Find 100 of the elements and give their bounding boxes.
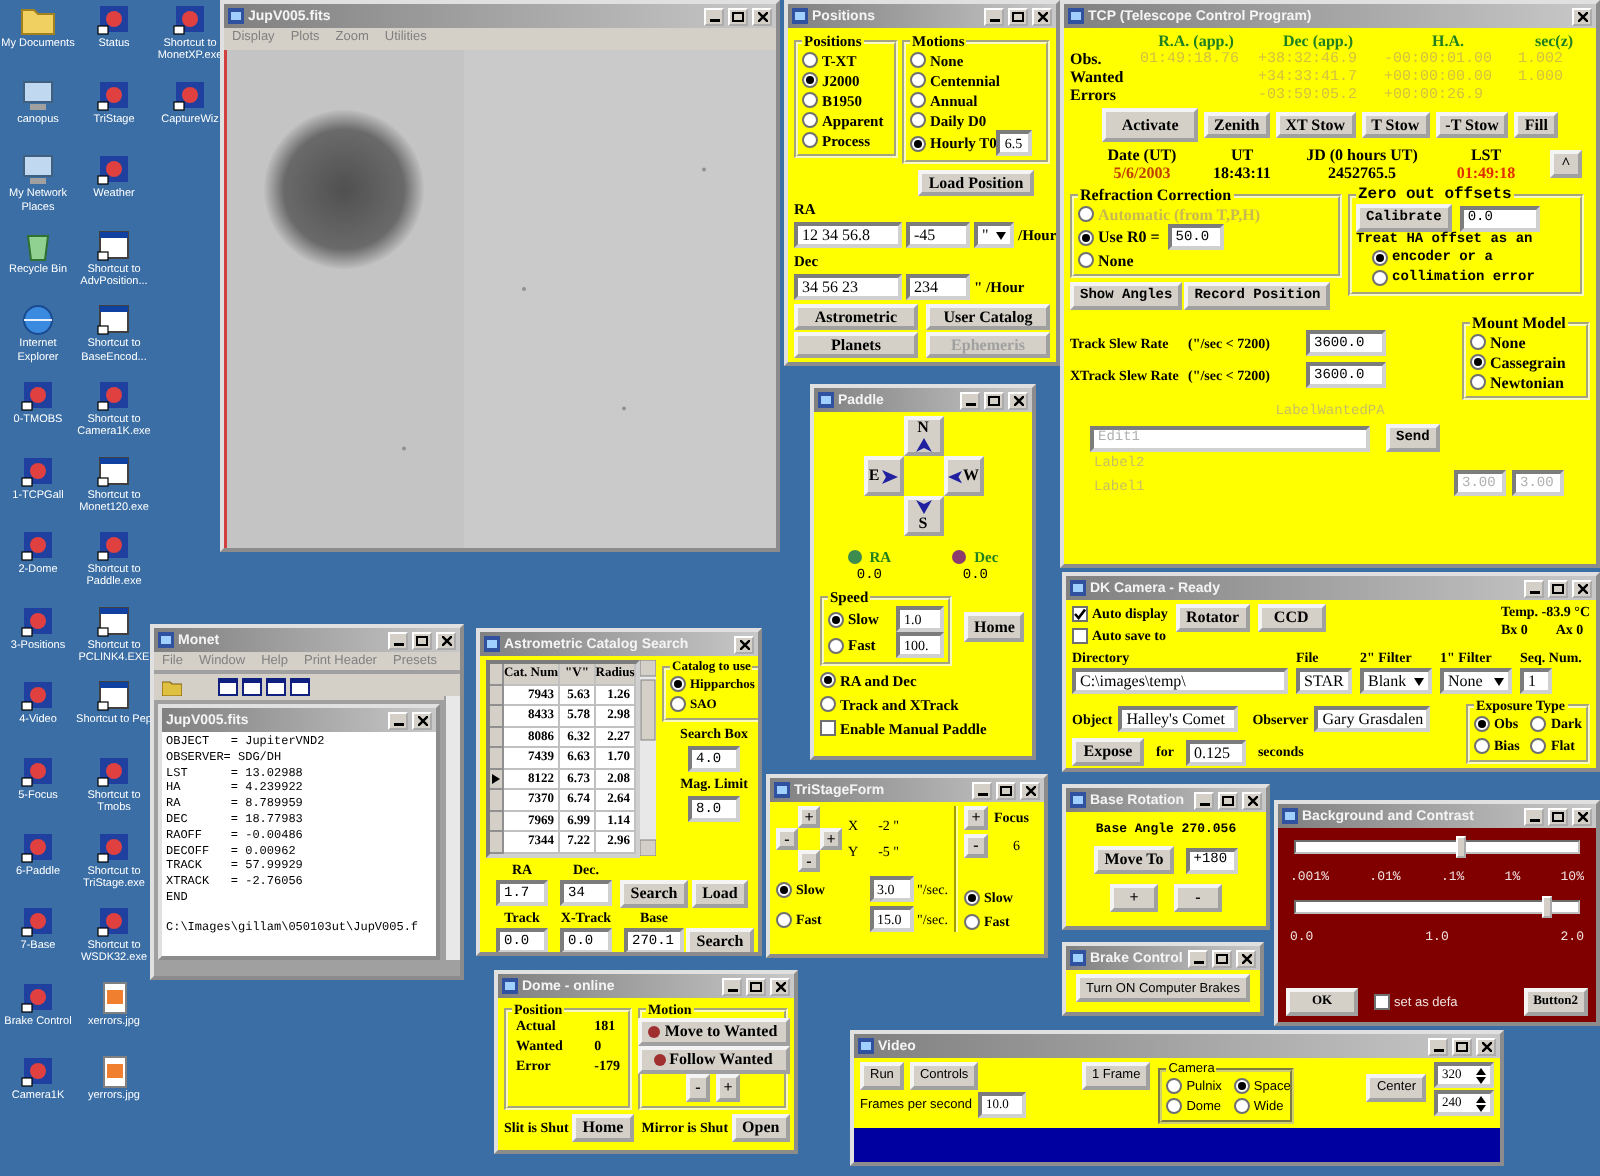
expand-button[interactable]: ^ <box>1550 150 1582 178</box>
open-button[interactable]: Open <box>732 1114 790 1142</box>
filter-dropdown[interactable]: None <box>1440 668 1512 694</box>
maximize-button[interactable] <box>996 781 1016 799</box>
minimize-button[interactable] <box>972 781 992 799</box>
direction-button[interactable]: S <box>903 496 943 536</box>
ra-rate-field[interactable]: -45 <box>906 222 970 248</box>
close-button[interactable] <box>1242 791 1262 809</box>
close-button[interactable] <box>412 711 432 729</box>
rotator-button[interactable]: Rotator <box>1175 604 1250 632</box>
directory-field[interactable]: C:\images\temp\ <box>1072 668 1288 694</box>
slider-thumb[interactable] <box>1542 896 1553 918</box>
jog-button[interactable]: + <box>798 806 820 828</box>
jog-button[interactable]: - <box>776 828 798 850</box>
filter-dropdown[interactable]: Blank <box>1360 668 1432 694</box>
maximize-button[interactable] <box>728 7 748 25</box>
close-button[interactable] <box>1236 949 1256 967</box>
focus-plus-button[interactable]: + <box>964 806 988 830</box>
minimize-button[interactable] <box>1194 791 1214 809</box>
close-button[interactable] <box>1032 7 1052 25</box>
close-button[interactable] <box>1476 1037 1496 1055</box>
catalog-button[interactable]: User Catalog <box>926 304 1050 330</box>
load-button[interactable]: Load <box>692 879 748 907</box>
maximize-button[interactable] <box>1548 807 1568 825</box>
minus-button[interactable]: - <box>686 1074 710 1102</box>
maximize-button[interactable] <box>1548 579 1568 597</box>
motion-button[interactable]: Move to Wanted <box>637 1018 789 1046</box>
move-to-button[interactable]: Move To <box>1094 846 1174 874</box>
motion-button[interactable]: Follow Wanted <box>637 1046 789 1074</box>
maximize-button[interactable] <box>1218 791 1238 809</box>
radio-button[interactable]: None <box>1470 332 1582 352</box>
home-button[interactable]: Home <box>572 1114 634 1142</box>
plus-button[interactable]: + <box>716 1074 740 1102</box>
minimize-button[interactable] <box>1428 1037 1448 1055</box>
unit-dropdown[interactable]: " <box>974 222 1014 248</box>
observer-field[interactable]: Gary Grasdalen <box>1314 706 1431 732</box>
minimize-button[interactable] <box>1188 949 1208 967</box>
maximize-button[interactable] <box>984 391 1004 409</box>
radio-button[interactable]: None <box>1078 250 1134 270</box>
slider[interactable] <box>1294 900 1580 914</box>
command-button[interactable]: Fill <box>1514 112 1558 138</box>
window-tile-icon[interactable] <box>266 678 286 696</box>
close-button[interactable] <box>1008 391 1028 409</box>
close-button[interactable] <box>436 631 456 649</box>
slider[interactable] <box>1294 840 1580 854</box>
radio-button[interactable]: Use R0 = <box>1078 227 1160 247</box>
close-button[interactable] <box>1572 807 1592 825</box>
minimize-button[interactable] <box>388 711 408 729</box>
command-button[interactable]: Activate <box>1102 108 1199 142</box>
search-button[interactable]: Search <box>686 927 754 952</box>
minimize-button[interactable] <box>388 631 408 649</box>
jog-button[interactable]: - <box>798 850 820 872</box>
minimize-button[interactable] <box>722 977 742 995</box>
dec-rate-field[interactable]: 234 <box>906 274 970 300</box>
close-button[interactable] <box>1572 7 1592 25</box>
maximize-button[interactable] <box>1452 1037 1472 1055</box>
direction-button[interactable]: W <box>943 456 983 496</box>
minimize-button[interactable] <box>704 7 724 25</box>
radio-button[interactable]: Newtonian <box>1470 372 1582 392</box>
maximize-button[interactable] <box>1008 7 1028 25</box>
close-button[interactable] <box>734 635 754 653</box>
dec-field[interactable]: 34 56 23 <box>794 274 902 300</box>
direction-button[interactable]: N <box>903 416 943 456</box>
maximize-button[interactable] <box>412 631 432 649</box>
row-indicator[interactable] <box>490 769 504 790</box>
close-button[interactable] <box>1572 579 1592 597</box>
command-button[interactable]: XT Stow <box>1275 112 1356 138</box>
command-button[interactable]: T Stow <box>1361 112 1430 138</box>
window-tile-icon[interactable] <box>218 678 238 696</box>
close-button[interactable] <box>1020 781 1040 799</box>
plus-button[interactable]: + <box>1110 884 1158 912</box>
home-button[interactable]: Home <box>964 612 1025 642</box>
exposure-field[interactable]: 0.125 <box>1185 739 1246 765</box>
seq-field[interactable]: 1 <box>1520 668 1552 694</box>
direction-button[interactable]: E <box>863 456 903 496</box>
window-tile-icon[interactable] <box>290 678 310 696</box>
ccd-button[interactable]: CCD <box>1257 604 1326 632</box>
minimize-button[interactable] <box>1524 579 1544 597</box>
search-button[interactable]: Search <box>620 879 688 907</box>
catalog-button[interactable]: Astrometric <box>794 304 918 330</box>
catalog-button[interactable]: Planets <box>794 332 918 358</box>
radio-button[interactable]: Cassegrain <box>1470 352 1582 372</box>
maximize-button[interactable] <box>1212 949 1232 967</box>
minimize-button[interactable] <box>1524 807 1544 825</box>
file-field[interactable]: STAR <box>1296 668 1352 694</box>
jog-button[interactable]: + <box>820 828 842 850</box>
minimize-button[interactable] <box>984 7 1004 25</box>
slider-thumb[interactable] <box>1455 836 1466 858</box>
close-button[interactable] <box>770 977 790 995</box>
ra-field[interactable]: 12 34 56.8 <box>794 222 902 248</box>
expose-button[interactable]: Expose <box>1072 738 1144 766</box>
load-position-button[interactable]: Load Position <box>918 170 1034 196</box>
command-button[interactable]: -T Stow <box>1435 112 1509 138</box>
command-button[interactable]: Zenith <box>1204 112 1270 138</box>
maximize-button[interactable] <box>746 977 766 995</box>
object-field[interactable]: Halley's Comet <box>1118 706 1239 732</box>
focus-minus-button[interactable]: - <box>964 834 988 858</box>
close-button[interactable] <box>752 7 772 25</box>
minimize-button[interactable] <box>960 391 980 409</box>
window-tile-icon[interactable] <box>242 678 262 696</box>
